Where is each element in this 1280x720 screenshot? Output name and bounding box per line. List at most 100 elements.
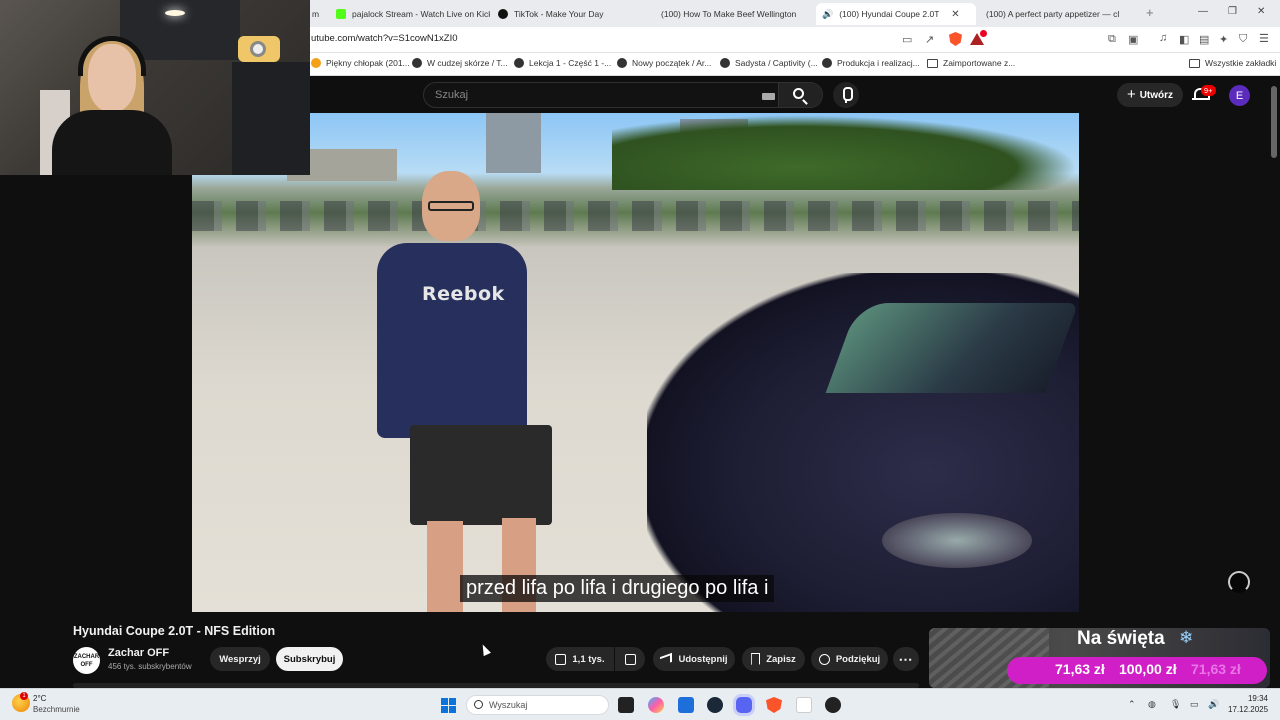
page-scrollbar[interactable]: [1271, 86, 1277, 158]
microphone-tray-icon[interactable]: 🎙: [1170, 699, 1181, 710]
new-tab-button[interactable]: +: [1146, 5, 1154, 20]
sponsored-ad[interactable]: Na święta ❄ 71,63 zł 100,00 zł 71,63 zł: [929, 628, 1270, 688]
steam-icon[interactable]: [707, 697, 723, 713]
wallet-icon[interactable]: ▤: [1199, 33, 1209, 46]
cast-icon[interactable]: ▭: [902, 33, 912, 46]
video-subtitle: przed lifa po lifa i drugiego po lifa i: [460, 575, 775, 602]
folder-icon: [1189, 58, 1200, 68]
thumbs-down-icon: [624, 653, 636, 665]
search-button[interactable]: [778, 83, 822, 107]
channel-avatar[interactable]: ZACHAR OFF: [73, 647, 100, 674]
tab-kick-stream[interactable]: pajalock Stream - Watch Live on Kick: [330, 3, 490, 25]
support-button[interactable]: Wesprzyj: [210, 647, 270, 671]
menu-icon[interactable]: ☰: [1259, 32, 1269, 45]
share-icon: [660, 652, 673, 666]
taskbar-search[interactable]: Wyszukaj: [466, 695, 609, 715]
support-label: Wesprzyj: [219, 653, 261, 665]
search-input[interactable]: Szukaj: [435, 89, 468, 101]
video-player[interactable]: Reebok przed lifa po lifa i drugiego po …: [192, 113, 1079, 612]
system-clock[interactable]: 19:34 17.12.2025: [1228, 693, 1268, 715]
all-bookmarks-folder[interactable]: Wszystkie zakładki: [1189, 58, 1276, 68]
tab-label: (100) Hyundai Coupe 2.0T - N: [839, 9, 940, 19]
taskbar-search-placeholder: Wyszukaj: [489, 700, 528, 710]
start-button-icon[interactable]: [441, 698, 456, 713]
channel-name[interactable]: Zachar OFF: [108, 647, 169, 659]
extensions-icon[interactable]: ⧉: [1108, 33, 1116, 46]
bookmark-favicon-icon: [514, 58, 524, 68]
store-icon[interactable]: [678, 697, 694, 713]
bookmark-label: Zaimportowane z...: [943, 58, 1016, 68]
dislike-button[interactable]: [615, 647, 645, 671]
webcam-overlay: [0, 0, 310, 175]
maximize-icon[interactable]: ❐: [1228, 6, 1237, 17]
bookmark-item[interactable]: Produkcja i realizacj...: [822, 58, 920, 68]
media-icon[interactable]: ♫: [1159, 32, 1167, 44]
vpn-icon[interactable]: ⛉: [1239, 33, 1247, 46]
tab-beef-wellington[interactable]: (100) How To Make Beef Wellington: [655, 3, 810, 25]
bookmark-item[interactable]: W cudzej skórze / T...: [412, 58, 508, 68]
subscriber-count: 456 tys. subskrybentów: [108, 662, 192, 671]
trees: [612, 115, 1079, 190]
network-tray-icon[interactable]: ◍: [1148, 699, 1156, 710]
brave-icon[interactable]: [766, 697, 782, 713]
subscribe-label: Subskrybuj: [283, 653, 336, 665]
app-icon[interactable]: [796, 697, 812, 713]
thanks-button[interactable]: Podziękuj: [811, 647, 888, 671]
url-field[interactable]: utube.com/watch?v=S1cowN1xZI0: [311, 33, 458, 44]
bookmark-favicon-icon: [822, 58, 832, 68]
save-button[interactable]: Zapisz: [742, 647, 805, 671]
bookmark-favicon-icon: [412, 58, 422, 68]
search-box[interactable]: Szukaj: [423, 82, 823, 108]
tab-party-appetizer[interactable]: (100) A perfect party appetizer — cl: [980, 3, 1135, 25]
share-button[interactable]: Udostępnij: [653, 647, 735, 671]
tray-overflow-icon[interactable]: ⌃: [1128, 699, 1136, 710]
volume-tray-icon[interactable]: 🔊: [1208, 699, 1219, 710]
snowflake-icon: ❄: [1179, 628, 1194, 647]
save-label: Zapisz: [766, 653, 796, 665]
bookmark-item[interactable]: Nowy początek / Ar...: [617, 58, 711, 68]
webcam-ceiling-light: [165, 10, 185, 16]
presenter-shirt: [377, 243, 527, 438]
share-page-icon[interactable]: ↗: [925, 33, 934, 46]
sidebar-icon[interactable]: ◧: [1179, 33, 1189, 46]
obs-icon[interactable]: [825, 697, 841, 713]
speaker-icon[interactable]: 🔊: [822, 9, 833, 20]
create-button[interactable]: + Utwórz: [1117, 83, 1183, 107]
minimize-icon[interactable]: —: [1198, 6, 1208, 17]
account-avatar[interactable]: E: [1229, 85, 1250, 106]
thumbs-up-icon: [555, 653, 567, 665]
more-icon: ⋯: [898, 650, 914, 667]
bookmark-folder[interactable]: Zaimportowane z...: [927, 58, 1015, 68]
display-tray-icon[interactable]: ▭: [1190, 699, 1199, 710]
shirt-logo: Reebok: [422, 283, 505, 305]
bookmark-item[interactable]: Lekcja 1 - Część 1 -...: [514, 58, 611, 68]
thanks-label: Podziękuj: [835, 653, 881, 665]
close-window-icon[interactable]: ✕: [1257, 6, 1265, 17]
bookmark-item[interactable]: Piękny chłopak (201...: [311, 58, 410, 68]
tab-label: TikTok - Make Your Day: [514, 9, 604, 19]
tab-search-icon[interactable]: ▣: [1128, 33, 1138, 46]
tab-hyundai-coupe[interactable]: 🔊 (100) Hyundai Coupe 2.0T - N ✕: [816, 3, 976, 25]
ad-sale-price: 71,63 zł: [1055, 661, 1105, 677]
bookmark-favicon-icon: [617, 58, 627, 68]
webcam-door: [232, 62, 310, 175]
bookmark-item[interactable]: Sadysta / Captivity (...: [720, 58, 818, 68]
subscribe-button[interactable]: Subskrybuj: [276, 647, 343, 671]
copilot-icon[interactable]: [648, 697, 664, 713]
more-actions-button[interactable]: ⋯: [893, 647, 919, 671]
voice-search-button[interactable]: [833, 82, 859, 108]
bookmark-icon: [751, 653, 761, 665]
task-view-icon[interactable]: [618, 697, 634, 713]
tab-tiktok[interactable]: TikTok - Make Your Day: [492, 3, 652, 25]
create-label: Utwórz: [1139, 89, 1174, 101]
keyboard-icon[interactable]: [762, 93, 775, 100]
like-button[interactable]: 1,1 tys.: [546, 647, 614, 671]
close-tab-icon[interactable]: ✕: [951, 9, 959, 20]
tab-label: (100) How To Make Beef Wellington: [661, 9, 797, 19]
leo-ai-icon[interactable]: ✦: [1219, 33, 1228, 46]
brave-shield-icon[interactable]: [949, 32, 962, 46]
bookmark-label: Produkcja i realizacj...: [837, 58, 920, 68]
discord-icon[interactable]: [736, 697, 752, 713]
background-building: [486, 113, 541, 173]
ad-faded-price: 71,63 zł: [1191, 661, 1241, 677]
